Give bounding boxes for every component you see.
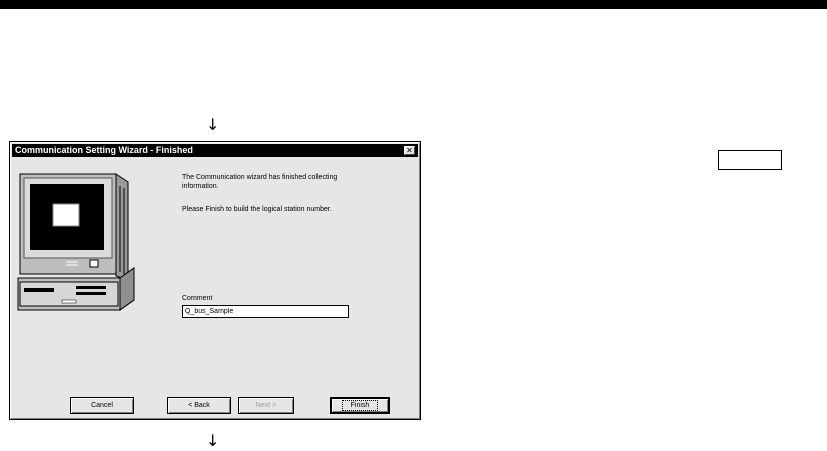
finish-button[interactable]: Finish [330,397,390,414]
message-line-2: information. [182,183,219,190]
close-icon[interactable]: ✕ [404,146,415,155]
finish-button-label: Finish [341,400,379,411]
wizard-dialog: Communication Setting Wizard - Finished … [9,141,421,420]
dialog-title: Communication Setting Wizard - Finished [15,145,193,155]
message-line-3: Please Finish to build the logical stati… [182,206,332,213]
comment-field[interactable] [182,305,349,318]
top-rule [0,0,827,9]
cancel-button[interactable]: Cancel [70,397,134,414]
back-button[interactable]: < Back [167,397,231,414]
computer-monitor-icon [17,173,135,311]
down-arrow-top: ↓ [206,115,220,134]
message-line-1: The Communication wizard has finished co… [182,174,338,181]
dialog-titlebar: Communication Setting Wizard - Finished … [12,144,418,157]
blank-label-box [718,150,782,170]
comment-label: Comment [182,295,213,302]
down-arrow-bottom: ↓ [206,431,220,450]
next-button[interactable]: Next > [238,397,294,414]
